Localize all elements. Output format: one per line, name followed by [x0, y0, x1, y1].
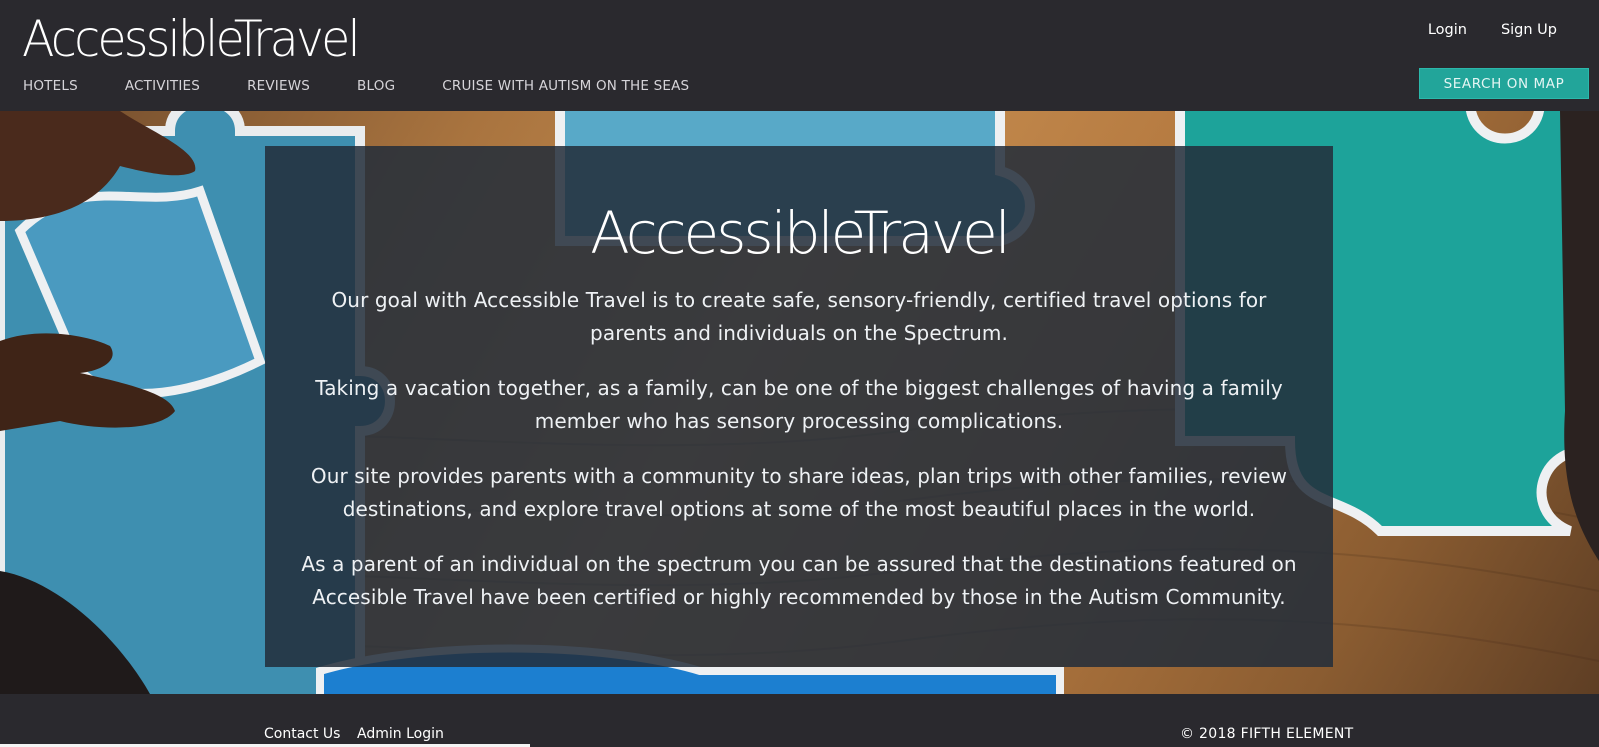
login-link[interactable]: Login	[1428, 22, 1467, 38]
copyright-text: © 2018 FIFTH ELEMENT	[1180, 726, 1354, 742]
nav-reviews[interactable]: REVIEWS	[247, 78, 310, 94]
main-nav: HOTELS ACTIVITIES REVIEWS BLOG CRUISE WI…	[23, 78, 736, 94]
nav-activities[interactable]: ACTIVITIES	[125, 78, 200, 94]
signup-link[interactable]: Sign Up	[1501, 22, 1557, 38]
nav-cruise[interactable]: CRUISE WITH AUTISM ON THE SEAS	[442, 78, 689, 94]
intro-paragraph-community: Our site provides parents with a communi…	[310, 464, 1288, 521]
intro-paragraph-certified: As a parent of an individual on the spec…	[301, 552, 1297, 609]
auth-links: Login Sign Up	[1394, 22, 1557, 38]
site-footer: Contact Us Admin Login © 2018 FIFTH ELEM…	[0, 694, 1599, 747]
contact-us-link[interactable]: Contact Us	[264, 726, 340, 742]
hero-section: AccessibleTravel Our goal with Accessibl…	[0, 111, 1599, 694]
admin-login-link[interactable]: Admin Login	[357, 726, 444, 742]
intro-paragraph-goal: Our goal with Accessible Travel is to cr…	[331, 288, 1267, 345]
nav-hotels[interactable]: HOTELS	[23, 78, 78, 94]
nav-blog[interactable]: BLOG	[357, 78, 395, 94]
site-logo[interactable]: AccessibleTravel	[22, 6, 361, 72]
search-on-map-button[interactable]: SEARCH ON MAP	[1419, 68, 1589, 99]
intro-paragraph-vacation: Taking a vacation together, as a family,…	[315, 376, 1283, 433]
intro-panel: AccessibleTravel Our goal with Accessibl…	[265, 146, 1333, 667]
hero-title: AccessibleTravel	[590, 199, 1011, 267]
site-header: AccessibleTravel HOTELS ACTIVITIES REVIE…	[0, 0, 1599, 111]
